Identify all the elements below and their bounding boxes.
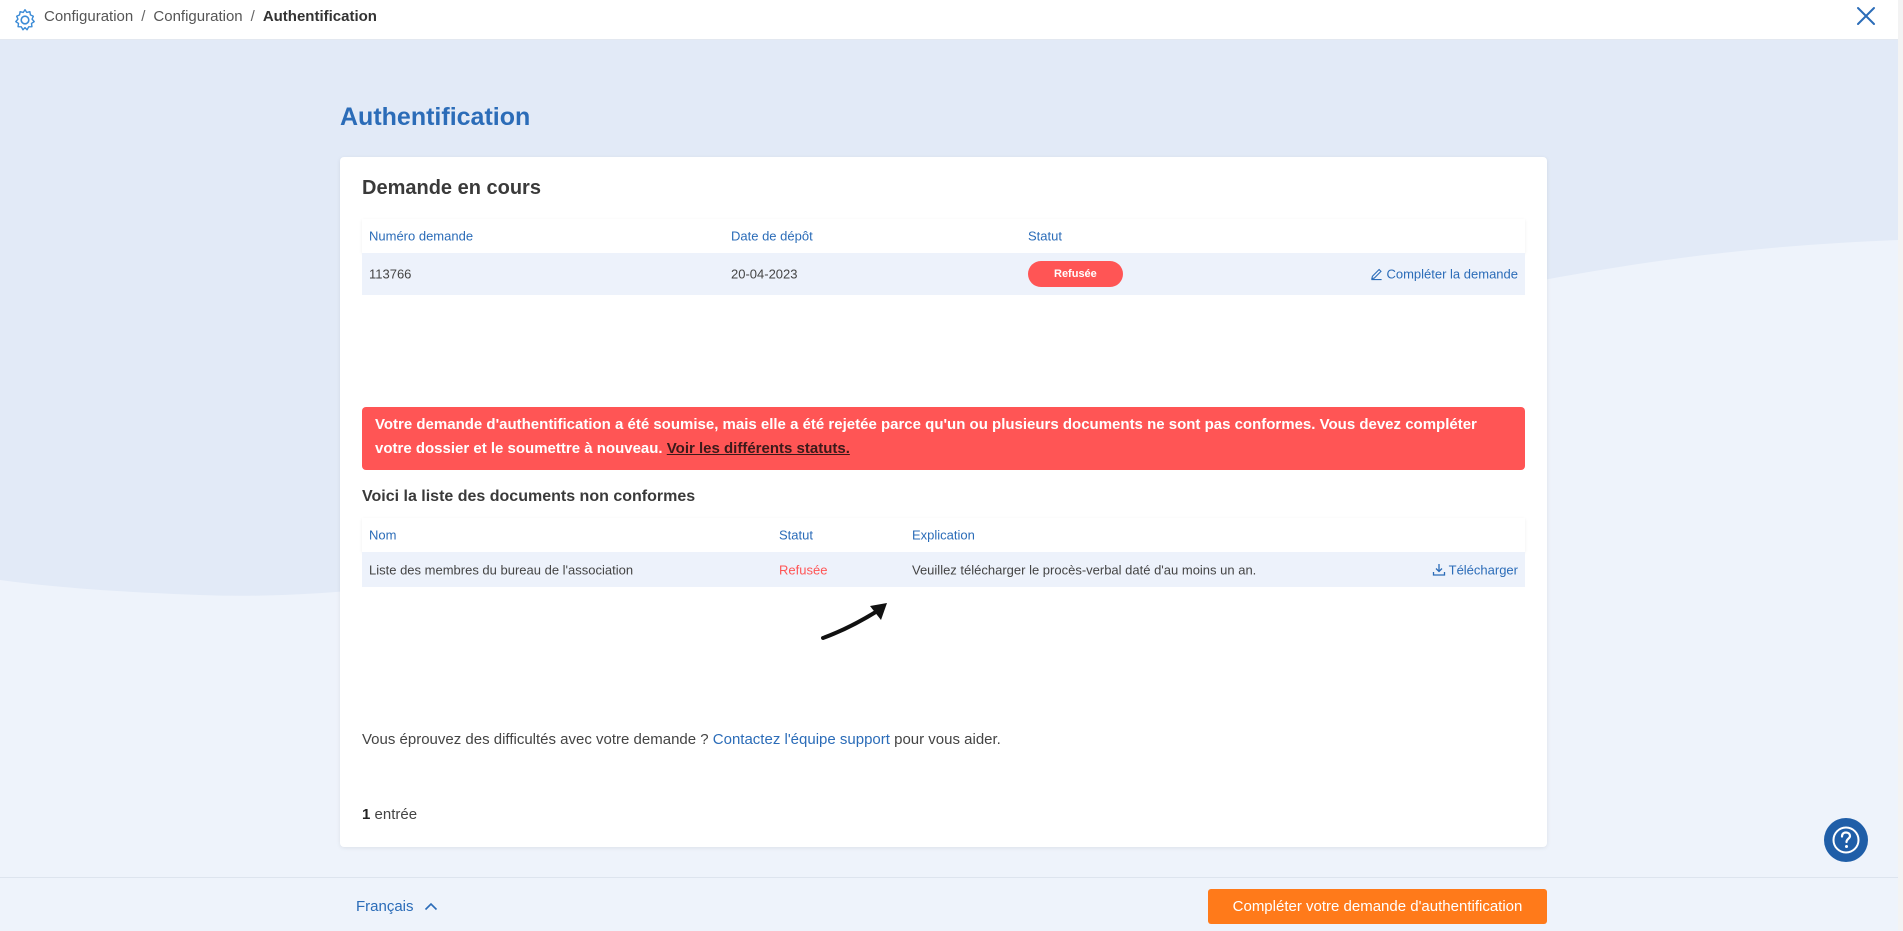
column-header-number: Numéro demande bbox=[369, 228, 474, 244]
request-section-title: Demande en cours bbox=[362, 177, 541, 199]
breadcrumb-current: Authentification bbox=[262, 8, 377, 25]
request-number: 113766 bbox=[369, 266, 412, 282]
view-statuses-link[interactable]: Voir les différents statuts. bbox=[667, 440, 850, 457]
status-badge-label: Refusée bbox=[1028, 261, 1123, 287]
language-selector[interactable]: Français bbox=[356, 898, 438, 915]
complete-request-label: Compléter la demande bbox=[1386, 266, 1518, 282]
column-header-status: Statut bbox=[779, 527, 813, 543]
column-header-explanation: Explication bbox=[912, 527, 975, 543]
contact-support-link[interactable]: Contactez l'équipe support bbox=[713, 731, 890, 748]
breadcrumb: Configuration / Configuration / Authentifica… bbox=[44, 8, 377, 25]
request-card: Demande en cours Numéro demande Date de … bbox=[340, 157, 1547, 847]
arrow-annotation-icon bbox=[821, 603, 887, 640]
status-badge: Refusée bbox=[1028, 261, 1123, 287]
request-date: 20-04-2023 bbox=[731, 266, 798, 282]
help-button[interactable] bbox=[1824, 818, 1868, 862]
column-header-status: Statut bbox=[1028, 228, 1062, 244]
support-text-after: pour vous aider. bbox=[894, 731, 1001, 748]
table-row: Liste des membres du bureau de l'associa… bbox=[362, 552, 1525, 587]
language-label: Français bbox=[356, 898, 414, 915]
documents-table: Nom Statut Explication Liste des membres… bbox=[362, 518, 1525, 587]
non-compliant-docs-title: Voici la liste des documents non conform… bbox=[362, 488, 696, 505]
download-label: Télécharger bbox=[1448, 562, 1518, 577]
rejection-alert: Votre demande d'authentification a été s… bbox=[362, 407, 1525, 470]
breadcrumb-item[interactable]: Configuration bbox=[44, 8, 133, 25]
complete-authentication-button[interactable]: Compléter votre demande d'authentificati… bbox=[1208, 889, 1547, 924]
support-text: Vous éprouvez des difficultés avec votre… bbox=[362, 731, 1001, 748]
entries-number: 1 bbox=[362, 806, 371, 823]
entries-count: 1 entrée bbox=[362, 806, 417, 823]
request-table: Numéro demande Date de dépôt Statut 1137… bbox=[362, 219, 1525, 295]
alert-message: Votre demande d'authentification a été s… bbox=[375, 416, 1477, 457]
table-row: 113766 20-04-2023 Refusée Compléter la d… bbox=[362, 253, 1525, 295]
breadcrumb-separator: / bbox=[250, 8, 255, 25]
table-header: Nom Statut Explication bbox=[362, 518, 1525, 552]
top-bar: Configuration / Configuration / Authentifica… bbox=[0, 0, 1898, 40]
complete-request-link[interactable]: Compléter la demande bbox=[1370, 267, 1518, 282]
scrollbar[interactable] bbox=[1898, 0, 1903, 930]
question-mark-icon bbox=[1832, 826, 1860, 854]
document-status: Refusée bbox=[779, 562, 828, 577]
page-title: Authentification bbox=[340, 103, 531, 131]
support-text-before: Vous éprouvez des difficultés avec votre… bbox=[362, 731, 709, 748]
document-explanation: Veuillez télécharger le procès-verbal da… bbox=[912, 562, 1257, 577]
gear-icon bbox=[15, 9, 35, 31]
table-header: Numéro demande Date de dépôt Statut bbox=[362, 219, 1525, 253]
entries-label: entrée bbox=[374, 806, 418, 823]
footer: Français Compléter votre demande d'authe… bbox=[0, 877, 1898, 931]
breadcrumb-item[interactable]: Configuration bbox=[153, 8, 242, 25]
download-link[interactable]: Télécharger bbox=[1432, 562, 1518, 577]
document-name: Liste des membres du bureau de l'associa… bbox=[369, 562, 634, 577]
column-header-name: Nom bbox=[369, 527, 397, 543]
download-icon bbox=[1432, 564, 1445, 576]
pencil-icon bbox=[1371, 268, 1383, 281]
chevron-up-icon bbox=[424, 902, 437, 911]
column-header-date: Date de dépôt bbox=[731, 228, 813, 244]
close-icon[interactable] bbox=[1855, 5, 1877, 27]
breadcrumb-separator: / bbox=[141, 8, 146, 25]
